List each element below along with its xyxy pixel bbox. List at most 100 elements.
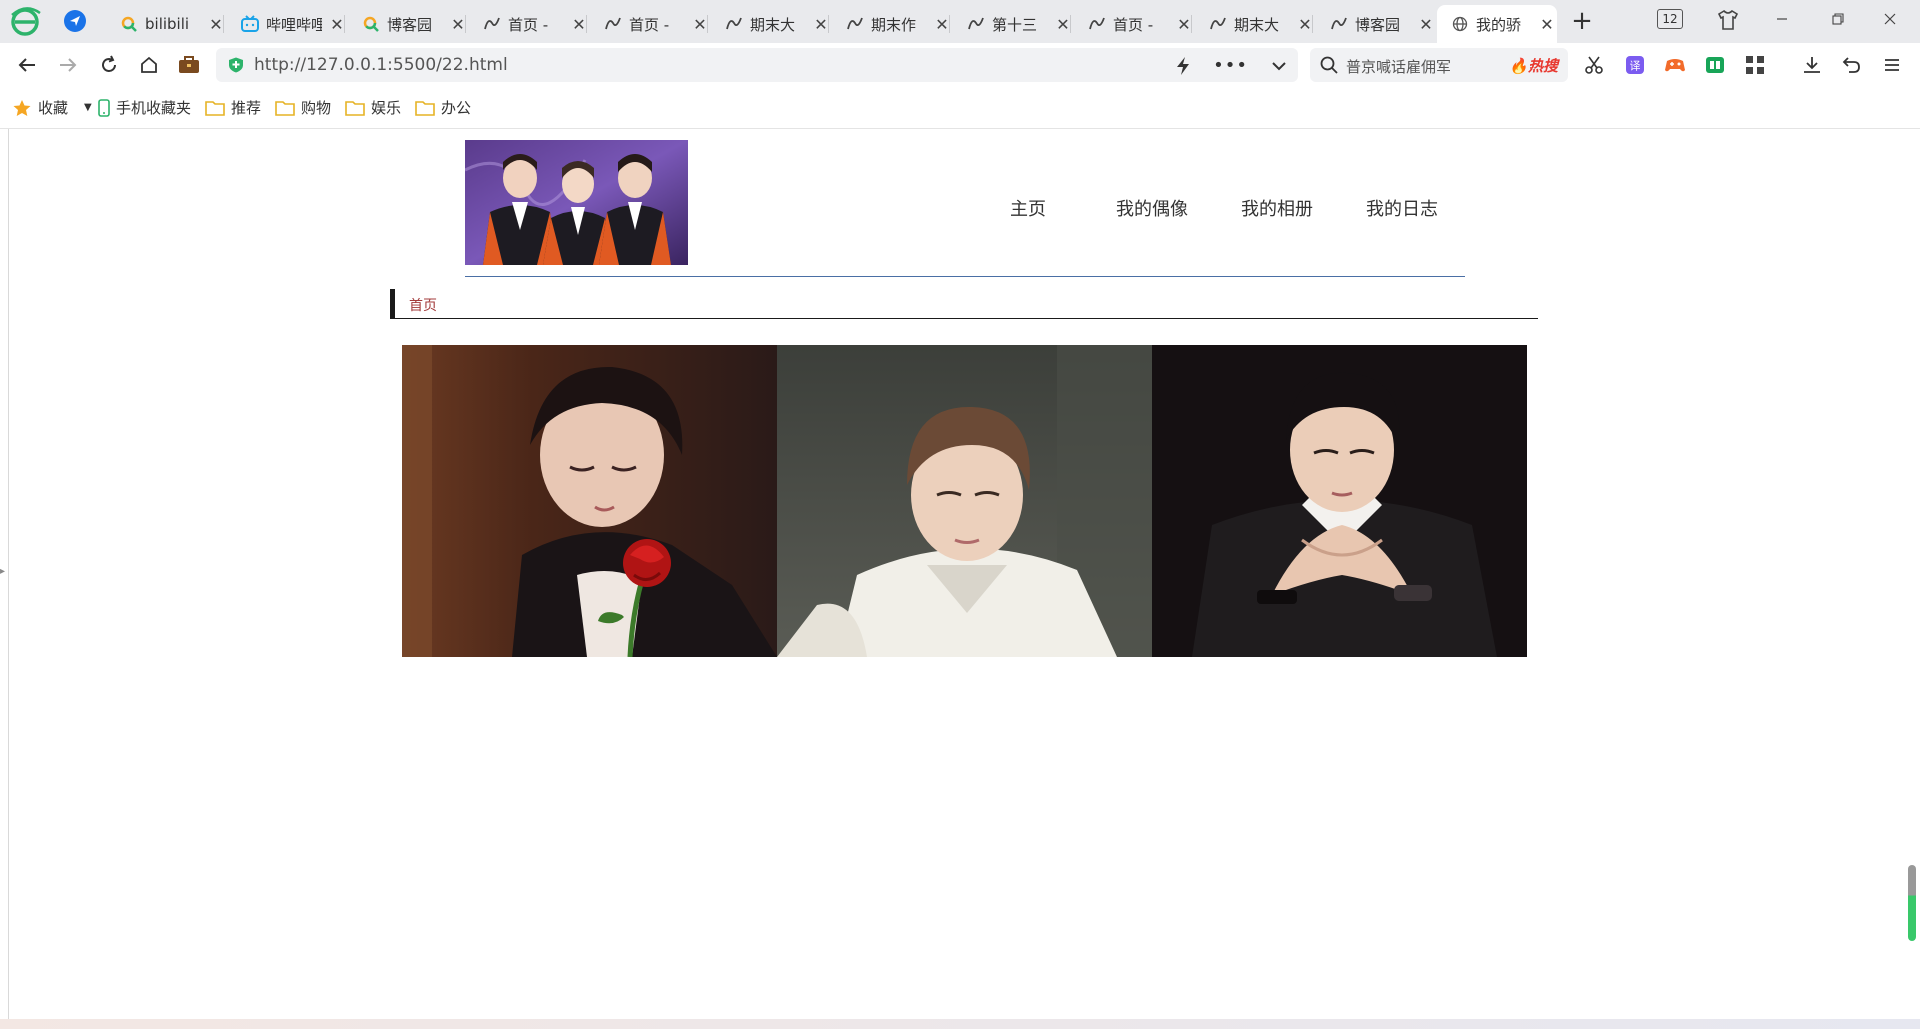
tab-3[interactable]: 博客园 ✕ [348, 5, 466, 43]
fire-icon: 🔥 [1509, 57, 1528, 75]
vscode-icon [725, 15, 743, 33]
vscode-icon [483, 15, 501, 33]
tab-title: 首页 - [508, 15, 549, 34]
tab-7[interactable]: 期末作 ✕ [832, 5, 950, 43]
vscode-icon [846, 15, 864, 33]
bookmark-folder-shopping[interactable]: 购物 [275, 97, 331, 118]
browser-logo-icon[interactable] [10, 5, 42, 37]
tab-title: 首页 - [1113, 15, 1154, 34]
close-icon[interactable]: ✕ [1419, 15, 1433, 34]
reader-icon[interactable] [1703, 53, 1727, 77]
undo-icon[interactable] [1840, 53, 1864, 77]
download-icon[interactable] [1800, 53, 1824, 77]
vscode-icon [1209, 15, 1227, 33]
tab-10[interactable]: 期末大 ✕ [1195, 5, 1313, 43]
expand-sidebar-icon[interactable]: ▸ [0, 566, 5, 577]
send-icon[interactable] [63, 9, 87, 33]
breadcrumb-home[interactable]: 首页 [409, 295, 437, 315]
bookmark-label: 收藏 [38, 99, 69, 117]
close-icon[interactable]: ✕ [814, 15, 828, 34]
shirt-icon[interactable] [1716, 8, 1740, 32]
tab-count-badge[interactable]: 12 [1657, 9, 1683, 29]
globe-icon [1451, 15, 1469, 33]
phone-icon [98, 98, 110, 117]
reload-button[interactable] [96, 52, 122, 78]
search-input[interactable]: 普京喊话雇佣军 [1346, 56, 1451, 77]
game-icon[interactable] [1663, 53, 1687, 77]
tab-title: 博客园 [387, 15, 433, 34]
photo-rose[interactable] [402, 345, 777, 657]
home-button[interactable] [136, 52, 162, 78]
tab-title: 博客园 [1355, 15, 1401, 34]
search-icon [1320, 56, 1338, 74]
svg-text:译: 译 [1630, 60, 1641, 73]
folder-icon [345, 99, 365, 117]
bookmark-folder-office[interactable]: 办公 [415, 97, 471, 118]
tab-title: 首页 - [629, 15, 670, 34]
bookmark-mobile[interactable]: 手机收藏夹 [98, 97, 191, 118]
hot-search-badge[interactable]: 🔥热搜 [1509, 55, 1558, 76]
close-icon[interactable]: ✕ [330, 15, 344, 34]
bilibili-tv-icon [241, 15, 259, 33]
site-nav: 主页 我的偶像 我的相册 我的日志 [948, 195, 1468, 225]
nav-my-album[interactable]: 我的相册 [1241, 195, 1313, 221]
tab-4[interactable]: 首页 - ✕ [469, 5, 587, 43]
photo-gallery [402, 345, 1527, 657]
url-box[interactable]: http://127.0.0.1:5500/22.html ••• [216, 48, 1298, 82]
tab-6[interactable]: 期末大 ✕ [711, 5, 829, 43]
lightning-icon[interactable] [1175, 56, 1191, 76]
page-scrollbar[interactable] [1908, 865, 1916, 941]
chevron-down-icon[interactable] [1270, 57, 1288, 75]
more-icon[interactable]: ••• [1213, 55, 1248, 76]
tab-11[interactable]: 博客园 ✕ [1316, 5, 1434, 43]
secure-shield-icon [229, 57, 243, 73]
minimize-button[interactable] [1762, 6, 1802, 32]
vscode-icon [1330, 15, 1348, 33]
menu-icon[interactable] [1880, 53, 1904, 77]
vscode-icon [1088, 15, 1106, 33]
bookmark-folder-entertainment[interactable]: 娱乐 [345, 97, 401, 118]
close-icon[interactable]: ✕ [1540, 15, 1554, 34]
tab-title: 我的骄 [1476, 15, 1522, 34]
tab-title: 哔哩哔哩 [266, 15, 322, 34]
close-icon[interactable]: ✕ [1177, 15, 1191, 34]
close-icon[interactable]: ✕ [209, 15, 223, 34]
tab-title: 期末作 [871, 15, 917, 34]
scissors-icon[interactable] [1582, 53, 1606, 77]
search-box[interactable]: 普京喊话雇佣军 🔥热搜 [1310, 48, 1568, 82]
close-icon[interactable]: ✕ [572, 15, 586, 34]
close-icon[interactable]: ✕ [1298, 15, 1312, 34]
forward-button[interactable] [55, 52, 81, 78]
restore-button[interactable] [1818, 6, 1858, 32]
close-icon[interactable]: ✕ [1056, 15, 1070, 34]
close-icon[interactable]: ✕ [451, 15, 465, 34]
nav-home[interactable]: 主页 [1010, 195, 1046, 221]
close-window-button[interactable] [1870, 6, 1910, 32]
bilibili-search-icon [120, 15, 138, 33]
bookmark-folder-recommend[interactable]: 推荐 [205, 97, 261, 118]
photo-black-sweater[interactable] [1152, 345, 1527, 657]
briefcase-icon[interactable] [176, 52, 202, 78]
tab-8[interactable]: 第十三 ✕ [953, 5, 1071, 43]
bookmark-favorites[interactable]: 收藏 ▼ [12, 97, 92, 118]
bookmark-label: 办公 [441, 99, 472, 117]
caret-down-icon[interactable]: ▼ [84, 102, 92, 113]
tab-2[interactable]: 哔哩哔哩 ✕ [227, 5, 345, 43]
translate-icon[interactable]: 译 [1623, 53, 1647, 77]
tab-title: 第十三 [992, 15, 1038, 34]
apps-grid-icon[interactable] [1743, 53, 1767, 77]
close-icon[interactable]: ✕ [935, 15, 949, 34]
tab-1[interactable]: bilibili ✕ [106, 5, 224, 43]
new-tab-button[interactable]: + [1568, 8, 1596, 34]
hot-search-label: 热搜 [1527, 57, 1558, 75]
url-text[interactable]: http://127.0.0.1:5500/22.html [254, 55, 508, 75]
nav-my-journal[interactable]: 我的日志 [1366, 195, 1438, 221]
vscode-icon [604, 15, 622, 33]
tab-5[interactable]: 首页 - ✕ [590, 5, 708, 43]
tab-9[interactable]: 首页 - ✕ [1074, 5, 1192, 43]
tab-12-active[interactable]: 我的骄 ✕ [1437, 5, 1557, 43]
nav-my-idol[interactable]: 我的偶像 [1116, 195, 1188, 221]
back-button[interactable] [14, 52, 40, 78]
close-icon[interactable]: ✕ [693, 15, 707, 34]
photo-white-shirt[interactable] [777, 345, 1152, 657]
